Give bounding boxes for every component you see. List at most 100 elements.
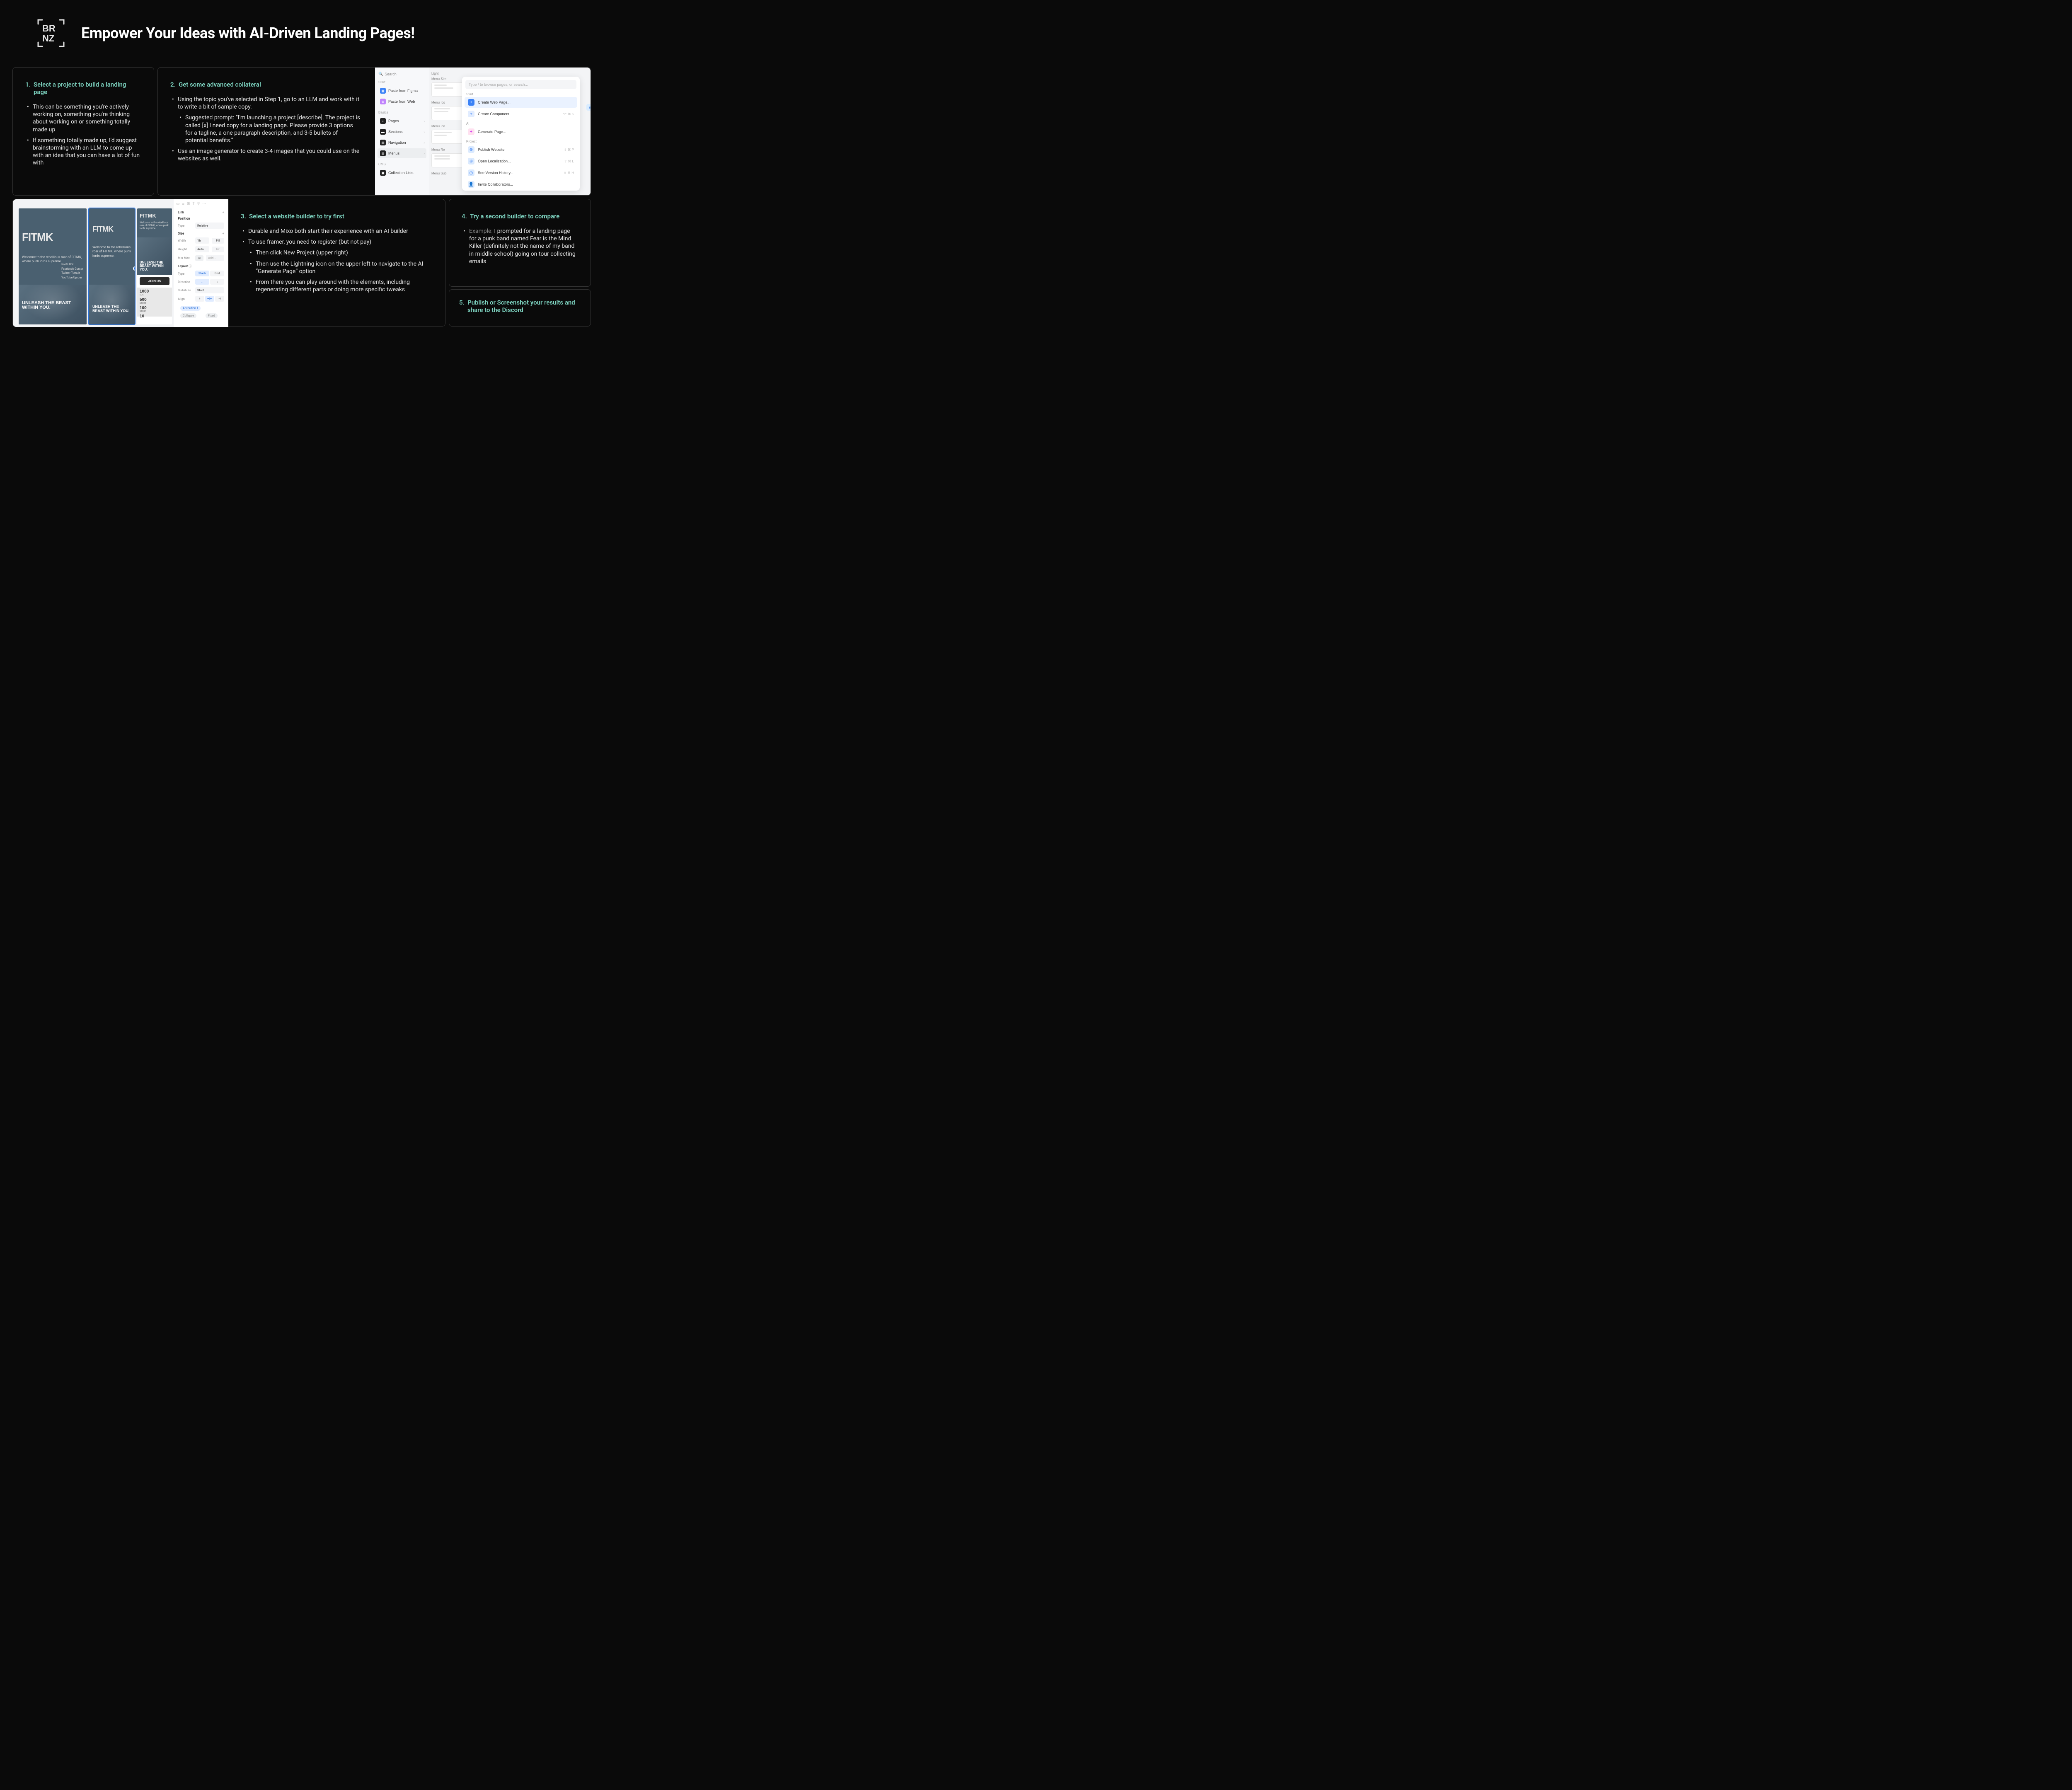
height-input[interactable]: Auto [195,246,209,252]
direction-horizontal-button[interactable]: ↔ [195,279,209,285]
menus-icon: ☰ [380,150,386,156]
palette-heading-ai: AI [466,122,576,126]
globe-icon: ⊕ [380,99,386,104]
inspector-section-link: Link+ [174,209,228,215]
tool-icon[interactable]: T [192,202,194,206]
field-label: Height [178,247,193,251]
field-label: Min Max [178,256,193,260]
figma-icon: ▦ [380,88,386,94]
field-label: Width [178,239,193,242]
minmax-input[interactable]: Add... [206,255,224,261]
tagline-text: Welcome to the rebellious roar of FITMK,… [92,245,131,258]
command-palette-screenshot: 🔍 Search Start ▦ Paste from Figma ⊕ Past… [375,68,591,196]
inspector-section-layout: Layout ⓘ [174,262,228,269]
canvas-tablet-frame[interactable]: ◻ Tablet × FITMK Welcome to the rebellio… [89,208,135,324]
step-2-card: 2. Get some advanced collateral Using th… [157,67,591,196]
sections-icon: ▬ [380,129,386,135]
search-input[interactable]: 🔍 Search [378,72,426,76]
svg-text:BR: BR [42,23,56,34]
palette-item-create-web-page[interactable]: +Create Web Page... [465,97,577,108]
step-2-bullet: Using the topic you've selected in Step … [170,96,361,144]
person-icon: 👤 [468,181,474,188]
step-4-title: 4. Try a second builder to compare [462,213,578,220]
sidebar-item-menus[interactable]: ☰Menus› [378,148,426,158]
layout-stack-button[interactable]: Stack [195,271,209,276]
selection-handle[interactable] [133,266,135,271]
step-1-bullet: This can be something you're actively wo… [25,103,141,133]
tool-icon[interactable]: ▭ [176,202,180,206]
palette-item-version-history[interactable]: ◷See Version History...⇧ ⌘ H [465,167,577,178]
brnz-logo: BR NZ [36,18,65,48]
menu-preview [431,82,464,97]
step-3-subbullet: Then click New Project (upper right) [248,249,433,256]
align-start-button[interactable]: ⊦ [195,296,204,302]
variant-pill[interactable]: Collapse [180,313,196,318]
height-unit-select[interactable]: Fit [212,247,224,252]
sidebar-item-collection-lists[interactable]: ▣Collection Lists [378,168,426,178]
globe-icon: ⊕ [468,146,474,153]
field-label: Type [178,272,193,276]
palette-heading-start: Start [466,92,576,96]
sidebar-item-paste-figma[interactable]: ▦ Paste from Figma [378,86,426,96]
variant-pill[interactable]: Fixed [206,313,218,318]
canvas-phone-frame[interactable]: ◻ Phone × FITMK Welcome to the rebelliou… [137,208,172,324]
sidebar-item-paste-web[interactable]: ⊕ Paste from Web [378,97,426,106]
header: BR NZ Empower Your Ideas with AI-Driven … [0,0,603,48]
width-unit-select[interactable]: Fill [212,238,224,244]
sidebar-item-sections[interactable]: ▬Sections› [378,127,426,137]
sidebar-item-navigation[interactable]: ▤Navigation› [378,138,426,148]
palette-item-generate-page[interactable]: ✦Generate Page... [465,126,577,137]
palette-item-invite[interactable]: 👤Invite Collaborators... [465,179,577,190]
width-input[interactable]: 1fr [195,237,209,244]
tool-icon[interactable]: ⋯ [202,202,206,206]
palette-item-publish[interactable]: ⊕Publish Website⇧ ⌘ P [465,144,577,155]
brand-text: FITMK [137,208,172,219]
insert-badge[interactable]: nt+ [586,104,591,111]
tool-icon[interactable]: ⚲ [197,202,200,206]
direction-vertical-button[interactable]: ↕ [210,279,224,285]
palette-item-create-component[interactable]: +Create Component...⌥ ⌘ K [465,109,577,119]
globe-icon: ⊕ [468,158,474,164]
palette-heading-project: Project [466,140,576,143]
sidebar-heading-cms: CMS [378,162,426,166]
position-type-select[interactable]: Relative [195,223,224,229]
search-icon: 🔍 [378,72,383,76]
align-center-button[interactable]: ⊣⊢ [205,296,214,302]
shortcut-label: ⇧ ⌘ L [564,160,574,163]
link-list: Invite Bot Facebook Cursor Twitter Turnu… [61,262,83,280]
canvas-desktop-frame[interactable]: ◻ Desktop × FITMK Welcome to the rebelli… [19,208,87,324]
brand-text: FITMK [22,231,83,244]
inspector-section-size: Size+ [174,230,228,236]
plus-icon[interactable]: + [222,210,224,214]
lock-icon[interactable]: ⊞ [195,255,203,261]
menu-preview [431,130,464,144]
headline-text: UNLEASH THE BEAST WITHIN YOU. [137,259,172,273]
inspector-toolbar: ▭ ≡ ⊞ T ⚲ ⋯ [174,199,228,209]
step-5-title: 5. Publish or Screenshot your results an… [459,299,581,314]
plus-icon: + [468,99,474,106]
sidebar-item-pages[interactable]: ▪Pages› [378,116,426,126]
palette-search-input[interactable]: Type / to browse pages, or search... [465,80,576,89]
tool-icon[interactable]: ≡ [182,202,184,206]
field-label: Align [178,297,193,301]
stats-block: 1000SOC 500STORE 100STORE 10 [137,288,172,317]
step-3-bullet: To use framer, you need to register (but… [241,238,433,293]
align-end-button[interactable]: ⊣ [215,296,224,302]
chevron-right-icon: › [424,152,425,155]
skeleton-label: Menu Re [431,148,464,152]
distribute-select[interactable]: Start [195,287,224,293]
join-button[interactable]: JOIN US [140,277,169,285]
palette-item-localization[interactable]: ⊕Open Localization...⇧ ⌘ L [465,156,577,167]
step-4-card: 4. Try a second builder to compare Examp… [449,199,591,287]
chevron-right-icon: › [424,130,425,134]
navigation-icon: ▤ [380,140,386,145]
headline-text: UNLEASH THE BEAST WITHIN YOU. [92,305,131,313]
tool-icon[interactable]: ⊞ [187,202,190,206]
variant-pill[interactable]: Accordion 1 [180,306,201,311]
clock-icon: ◷ [468,169,474,176]
plus-icon[interactable]: + [222,232,224,235]
step-2-subbullet: Suggested prompt: “I'm launching a proje… [178,114,361,144]
step-3-title: 3. Select a website builder to try first [241,213,433,220]
layout-grid-button[interactable]: Grid [210,271,224,276]
tagline-text: Welcome to the rebellious roar of FITMK,… [137,219,172,230]
